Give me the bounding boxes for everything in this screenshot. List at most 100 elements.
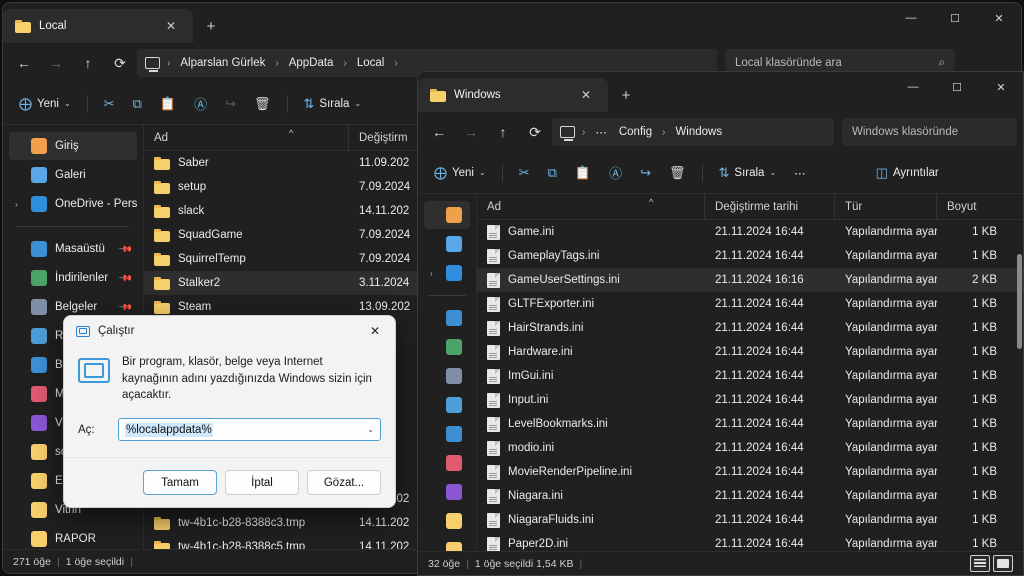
- navigation-pane[interactable]: ›: [418, 194, 476, 575]
- window1-controls[interactable]: — ☐ ✕: [889, 3, 1021, 33]
- new-tab-button[interactable]: +: [199, 14, 223, 38]
- pin-icon[interactable]: 📌: [118, 241, 133, 257]
- table-row[interactable]: GLTFExporter.ini 21.11.2024 16:44 Yapıland…: [477, 292, 1023, 316]
- close-icon[interactable]: ✕: [355, 316, 395, 346]
- rename-button[interactable]: Ⓐ: [186, 89, 215, 119]
- sidebar-item-belgeler[interactable]: [424, 362, 470, 390]
- minimize-button[interactable]: —: [891, 72, 935, 102]
- close-icon[interactable]: ✕: [574, 83, 598, 107]
- column-header-size[interactable]: Boyut: [937, 194, 1007, 220]
- sidebar-item-masa-st-[interactable]: Masaüstü 📌: [9, 235, 137, 263]
- details-view-button[interactable]: ◫ Ayrıntılar: [868, 158, 947, 188]
- cut-button[interactable]: ✂: [96, 89, 123, 119]
- back-button[interactable]: ←: [424, 118, 454, 146]
- table-row[interactable]: ImGui.ini 21.11.2024 16:44 Yapılandırma ay…: [477, 364, 1023, 388]
- file-list[interactable]: Game.ini 21.11.2024 16:44 Yapılandırma aya…: [477, 220, 1023, 556]
- sidebar-item-onedrive-pers[interactable]: ›: [424, 259, 470, 287]
- table-row[interactable]: Game.ini 21.11.2024 16:44 Yapılandırma aya…: [477, 220, 1023, 244]
- sidebar-item-onedrive-pers[interactable]: › OneDrive - Pers: [9, 190, 137, 218]
- close-window-button[interactable]: ✕: [979, 72, 1023, 102]
- tab-local[interactable]: Local ✕: [3, 9, 193, 43]
- ok-button[interactable]: Tamam: [143, 470, 217, 496]
- forward-button[interactable]: →: [456, 118, 486, 146]
- breadcrumb-item-user[interactable]: Alparslan Gürlek: [175, 55, 270, 71]
- sidebar-item-i-ndirilenler[interactable]: İndirilenler 📌: [9, 264, 137, 292]
- vertical-scrollbar[interactable]: [1017, 254, 1022, 349]
- refresh-button[interactable]: ⟳: [520, 118, 550, 146]
- sidebar-item-bu[interactable]: [424, 420, 470, 448]
- maximize-button[interactable]: ☐: [933, 3, 977, 33]
- breadcrumb[interactable]: › ⋯ Config › Windows: [552, 118, 834, 146]
- breadcrumb-item-windows[interactable]: Windows: [670, 124, 727, 140]
- forward-button[interactable]: →: [41, 49, 71, 77]
- column-header-name[interactable]: Ad: [144, 125, 349, 151]
- up-button[interactable]: ↑: [73, 49, 103, 77]
- run-dialog[interactable]: Çalıştır ✕ Bir program, klasör, belge ve…: [63, 315, 396, 509]
- table-row[interactable]: GameUserSettings.ini 21.11.2024 16:16 Yapı…: [477, 268, 1023, 292]
- pin-icon[interactable]: 📌: [118, 299, 133, 315]
- sidebar-item-m[interactable]: [424, 449, 470, 477]
- new-button[interactable]: ⨁ Yeni ⌄: [11, 89, 79, 119]
- breadcrumb-item-config[interactable]: Config: [614, 124, 657, 140]
- delete-button[interactable]: 🗑: [246, 89, 279, 119]
- table-row[interactable]: GameplayTags.ini 21.11.2024 16:44 Yapıland…: [477, 244, 1023, 268]
- sidebar-item-vi[interactable]: [424, 478, 470, 506]
- run-dialog-titlebar[interactable]: Çalıştır ✕: [64, 316, 395, 346]
- details-view-toggle-icon[interactable]: [970, 555, 990, 572]
- tab-windows[interactable]: Windows ✕: [418, 78, 608, 112]
- maximize-button[interactable]: ☐: [935, 72, 979, 102]
- sidebar-item-giri-[interactable]: [424, 201, 470, 229]
- cut-button[interactable]: ✂: [511, 158, 538, 188]
- share-button[interactable]: ↪: [217, 89, 244, 119]
- up-button[interactable]: ↑: [488, 118, 518, 146]
- sidebar-item-galeri[interactable]: Galeri: [9, 161, 137, 189]
- sidebar-item-r[interactable]: [424, 391, 470, 419]
- table-row[interactable]: NiagaraFluids.ini 21.11.2024 16:44 Yapılan…: [477, 508, 1023, 532]
- column-header-name[interactable]: Ad: [477, 194, 705, 220]
- column-header-date[interactable]: Değiştirme tarihi: [705, 194, 835, 220]
- breadcrumb-item-local[interactable]: Local: [352, 55, 390, 71]
- view-toggles[interactable]: [970, 555, 1013, 572]
- cancel-button[interactable]: İptal: [225, 470, 299, 496]
- sidebar-item-i-ndirilenler[interactable]: [424, 333, 470, 361]
- window2-controls[interactable]: — ☐ ✕: [891, 72, 1023, 102]
- file-list-pane[interactable]: Ad Değiştirme tarihi Tür Boyut ^ Game.in…: [476, 194, 1023, 575]
- chevron-down-icon[interactable]: ⌄: [367, 425, 374, 434]
- column-headers[interactable]: Ad Değiştirme tarihi Tür Boyut ^: [477, 194, 1023, 220]
- paste-button[interactable]: 📋: [152, 89, 184, 119]
- minimize-button[interactable]: —: [889, 3, 933, 33]
- share-button[interactable]: ↪: [632, 158, 659, 188]
- new-tab-button[interactable]: +: [614, 83, 638, 107]
- table-row[interactable]: Input.ini 21.11.2024 16:44 Yapılandırma ay…: [477, 388, 1023, 412]
- table-row[interactable]: HairStrands.ini 21.11.2024 16:44 Yapılandı…: [477, 316, 1023, 340]
- table-row[interactable]: Hardware.ini 21.11.2024 16:44 Yapılandırma…: [477, 340, 1023, 364]
- search-input[interactable]: Windows klasöründe: [842, 118, 1017, 146]
- delete-button[interactable]: 🗑: [661, 158, 694, 188]
- back-button[interactable]: ←: [9, 49, 39, 77]
- sort-button[interactable]: ⇅ Sırala ⌄: [296, 89, 370, 119]
- copy-button[interactable]: ⧉: [125, 89, 150, 119]
- sidebar-item-so[interactable]: [424, 507, 470, 535]
- explorer-window-windows[interactable]: Windows ✕ + — ☐ ✕ ← → ↑ ⟳ › ⋯ Config › W…: [417, 71, 1024, 576]
- table-row[interactable]: modio.ini 21.11.2024 16:44 Yapılandırma ay…: [477, 436, 1023, 460]
- chevron-right-icon[interactable]: ›: [430, 269, 433, 278]
- breadcrumb-overflow[interactable]: ⋯: [590, 123, 612, 141]
- sidebar-item-giri-[interactable]: Giriş: [9, 132, 137, 160]
- rename-button[interactable]: Ⓐ: [601, 158, 630, 188]
- refresh-button[interactable]: ⟳: [105, 49, 135, 77]
- sidebar-item-masa-st-[interactable]: [424, 304, 470, 332]
- window1-titlebar[interactable]: Local ✕ + — ☐ ✕: [3, 3, 1021, 43]
- large-icons-view-toggle-icon[interactable]: [993, 555, 1013, 572]
- table-row[interactable]: LevelBookmarks.ini 21.11.2024 16:44 Yapıla…: [477, 412, 1023, 436]
- browse-button[interactable]: Gözat...: [307, 470, 381, 496]
- chevron-right-icon[interactable]: ›: [15, 200, 18, 209]
- close-window-button[interactable]: ✕: [977, 3, 1021, 33]
- table-row[interactable]: Niagara.ini 21.11.2024 16:44 Yapılandırma …: [477, 484, 1023, 508]
- close-icon[interactable]: ✕: [159, 14, 183, 38]
- table-row[interactable]: MovieRenderPipeline.ini 21.11.2024 16:44 Y…: [477, 460, 1023, 484]
- run-command-input[interactable]: %localappdata% ⌄: [118, 418, 381, 442]
- column-header-type[interactable]: Tür: [835, 194, 937, 220]
- sidebar-item-galeri[interactable]: [424, 230, 470, 258]
- paste-button[interactable]: 📋: [567, 158, 599, 188]
- breadcrumb-item-appdata[interactable]: AppData: [284, 55, 339, 71]
